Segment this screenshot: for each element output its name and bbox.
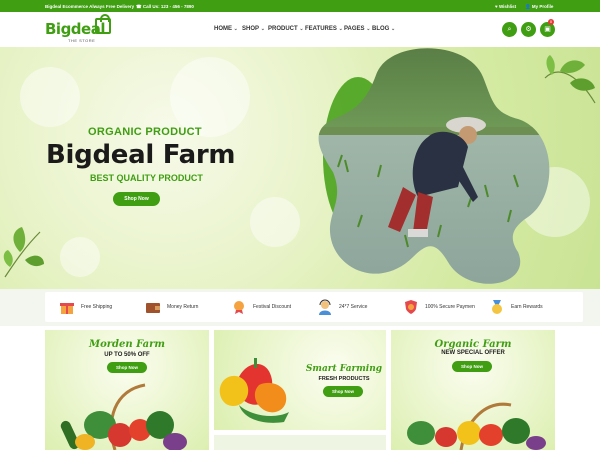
banner-shop-now-button[interactable]: Shop Now — [452, 361, 492, 372]
nav-label: PRODUCT — [268, 26, 298, 32]
bokeh-light — [170, 57, 250, 137]
logo-tagline: THE STORE — [68, 38, 96, 43]
banner-shop-now-button[interactable]: Shop Now — [323, 386, 363, 397]
search-icon[interactable]: ⌕ — [502, 22, 517, 37]
vegetable-basket-image — [60, 383, 187, 450]
banner-subtitle: NEW SPECIAL OFFER — [441, 350, 505, 356]
phone-text: ☎ Call Us: 123 - 456 - 7890 — [136, 3, 194, 9]
banner-title: Smart Farming — [305, 364, 383, 374]
feature-label: 24*7 Service — [339, 304, 368, 310]
feature-label: Money Return — [167, 304, 199, 310]
leaf-decoration — [544, 55, 596, 104]
gift-icon — [60, 303, 74, 314]
banner-title: Organic Farm — [434, 339, 512, 350]
features-strip: Free Shipping Money Return Festival Disc… — [0, 289, 600, 326]
nav-home[interactable]: HOME ⌄ — [214, 26, 238, 32]
support-agent-icon — [319, 299, 331, 315]
nav-label: HOME — [214, 26, 232, 32]
nav-blog[interactable]: BLOG ⌄ — [372, 26, 395, 32]
wishlist-label: Wishlist — [498, 3, 517, 9]
badge-icon — [234, 301, 244, 314]
wallet-icon — [146, 303, 160, 313]
banner-placeholder — [214, 435, 386, 450]
promo-text: Bigdeal Ecommerce Always Free Delivery — [45, 3, 135, 9]
banner-title: Morden Farm — [89, 339, 165, 350]
feature-label: Festival Discount — [253, 304, 292, 310]
chevron-down-icon: ⌄ — [366, 26, 371, 32]
header: Bigdeal THE STORE HOME ⌄ SHOP ⌄ PRODUCT … — [0, 12, 600, 47]
farmer-photo — [318, 48, 550, 284]
nav-features[interactable]: FEATURES ⌄ — [305, 26, 343, 32]
chevron-down-icon: ⌄ — [299, 26, 304, 32]
banner-shop-now-button[interactable]: Shop Now — [107, 362, 147, 373]
banner-smart-farming[interactable]: Smart Farming FRESH PRODUCTS Shop Now — [214, 330, 386, 430]
banner-morden-farm[interactable]: Morden Farm UP TO 50% OFF Shop Now — [45, 330, 209, 450]
nav-product[interactable]: PRODUCT ⌄ — [268, 26, 304, 32]
medal-icon — [492, 300, 502, 314]
cart-count-badge: 0 — [548, 19, 554, 25]
phone-number: Call Us: 123 - 456 - 7890 — [142, 3, 194, 9]
hero-title: Bigdeal Farm — [46, 140, 236, 170]
nav-label: PAGES — [344, 26, 365, 32]
hero-eyebrow: ORGANIC PRODUCT — [88, 126, 202, 138]
feature-earn-rewards: Earn Rewards — [475, 292, 583, 322]
nav-label: FEATURES — [305, 26, 337, 32]
wishlist-link[interactable]: ♥ Wishlist — [495, 4, 516, 9]
top-bar: Bigdeal Ecommerce Always Free Delivery ☎… — [0, 0, 600, 12]
feature-label: 100% Secure Payment — [425, 304, 477, 310]
nav-shop[interactable]: SHOP ⌄ — [242, 26, 265, 32]
banner-subtitle: UP TO 50% OFF — [104, 352, 150, 358]
hero-shop-now-button[interactable]: Shop Now — [113, 192, 160, 206]
banner-organic-farm[interactable]: Organic Farm NEW SPECIAL OFFER Shop Now — [391, 330, 555, 450]
vegetable-basket-image — [407, 402, 546, 450]
chevron-down-icon: ⌄ — [338, 26, 343, 32]
feature-label: Free Shipping — [81, 304, 113, 310]
nav-label: BLOG — [372, 26, 390, 32]
bokeh-light — [20, 67, 80, 127]
nav-pages[interactable]: PAGES ⌄ — [344, 26, 370, 32]
leaf-decoration — [3, 227, 44, 278]
banner-subtitle: FRESH PRODUCTS — [318, 376, 370, 382]
profile-label: My Profile — [531, 3, 554, 9]
peppers-image — [219, 358, 289, 423]
gear-icon[interactable]: ⚙ — [521, 22, 536, 37]
shopping-bag-icon — [95, 14, 111, 34]
hero-subtitle: BEST QUALITY PRODUCT — [90, 173, 203, 183]
chevron-down-icon: ⌄ — [260, 26, 265, 32]
profile-link[interactable]: 👤 My Profile — [525, 4, 553, 10]
feature-label: Earn Rewards — [511, 304, 543, 310]
chevron-down-icon: ⌄ — [233, 26, 238, 32]
hero-banner: ORGANIC PRODUCT Bigdeal Farm BEST QUALIT… — [0, 47, 600, 289]
nav-label: SHOP — [242, 26, 260, 32]
bokeh-light — [250, 197, 300, 247]
shield-icon — [405, 300, 417, 314]
chevron-down-icon: ⌄ — [391, 26, 396, 32]
bokeh-light — [60, 237, 100, 277]
